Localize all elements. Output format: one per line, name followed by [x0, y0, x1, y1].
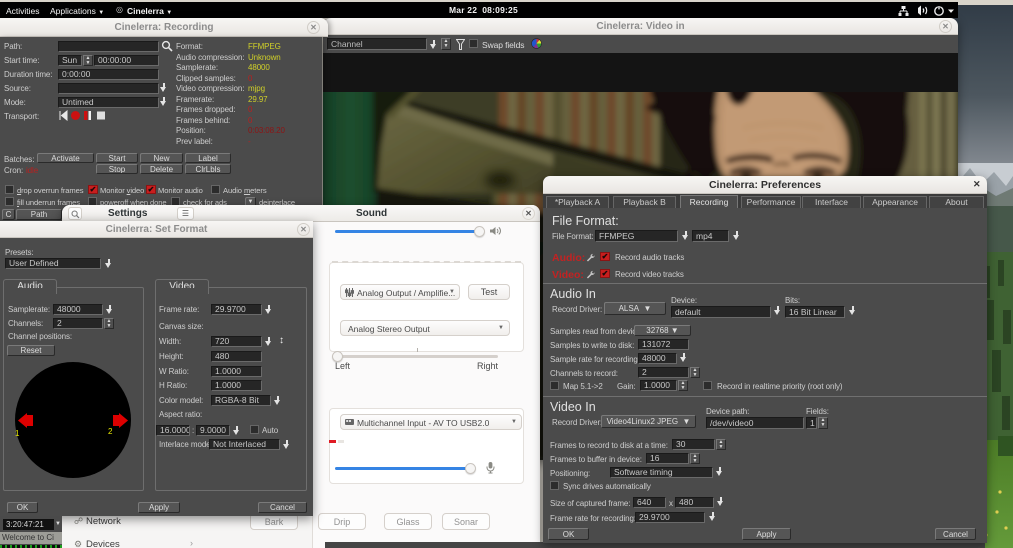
svg-text:2: 2	[108, 427, 113, 436]
svg-text:1: 1	[15, 429, 20, 438]
